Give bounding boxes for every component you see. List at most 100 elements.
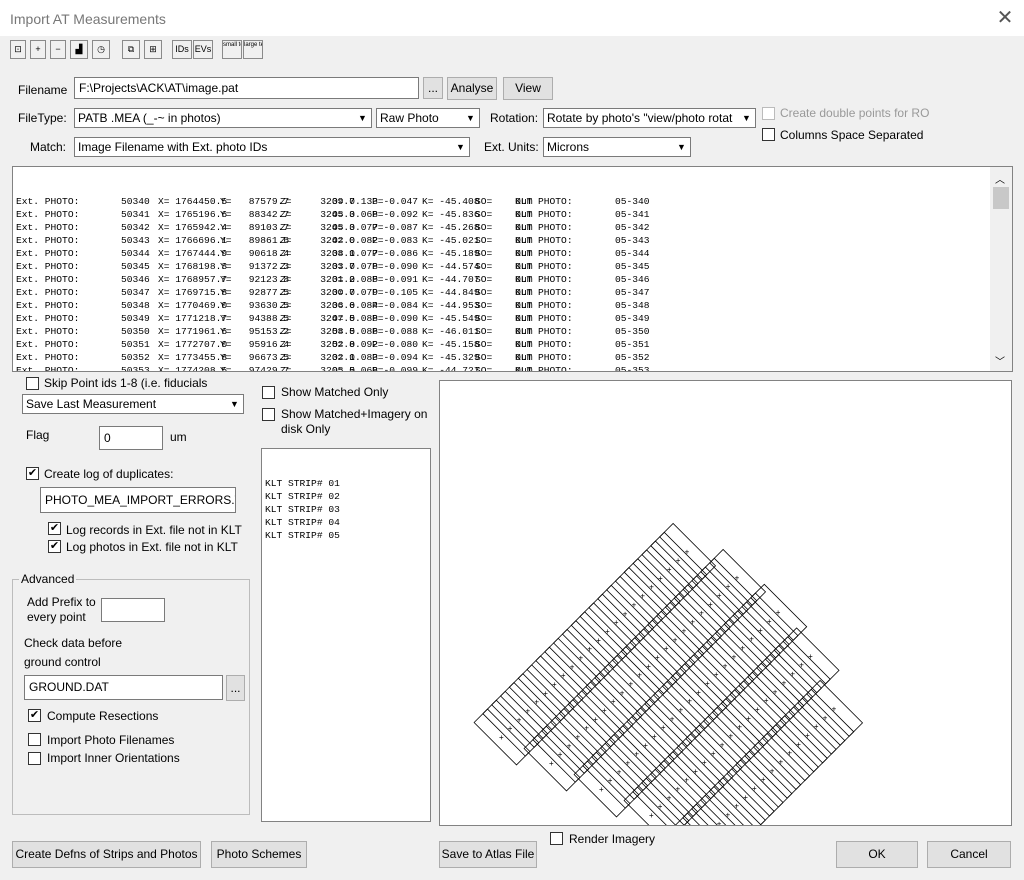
view-button[interactable]: View [503, 77, 553, 100]
record-id: 50349 [121, 313, 150, 324]
histogram-icon[interactable]: ▟ [70, 40, 88, 59]
check-data-label-line1: Check data before [24, 636, 123, 650]
record-photo: 05-353 [615, 365, 650, 372]
record-y: Y= 96673.5 [220, 352, 290, 363]
columns-space-label: Columns Space Separated [780, 128, 924, 142]
strip-item[interactable]: KLT STRIP# 04 [265, 516, 427, 529]
import-inner-checkbox[interactable] [28, 752, 41, 765]
columns-space-checkbox[interactable] [762, 128, 775, 141]
record-row[interactable]: Ext. PHOTO: 50349 X= 1771218.7 Y= 94388.5 Z=… [16, 312, 988, 325]
strip-item[interactable]: KLT STRIP# 02 [265, 490, 427, 503]
record-row[interactable]: Ext. PHOTO: 50341 X= 1765196.6 Y= 88342.7 Z=… [16, 208, 988, 221]
record-klt: KLT PHOTO: [515, 196, 573, 207]
grid-icon[interactable]: ⊞ [144, 40, 162, 59]
large-text-button[interactable]: large text [243, 40, 263, 59]
record-row[interactable]: Ext. PHOTO: 50350 X= 1771961.6 Y= 95153.2 Z=… [16, 325, 988, 338]
record-row[interactable]: Ext. PHOTO: 50346 X= 1768957.7 Y= 92123.8 Z=… [16, 273, 988, 286]
close-icon[interactable]: ✕ [994, 8, 1016, 28]
strips-container: KLT STRIP# 01 KLT STRIP# 02 KLT STRIP# 03 K… [265, 477, 427, 542]
record-x: X= 1773455.8 [158, 352, 228, 363]
record-photo: 05-351 [615, 339, 650, 350]
double-points-checkbox[interactable] [762, 107, 775, 120]
log-file-input[interactable]: PHOTO_MEA_IMPORT_ERRORS.TX [40, 487, 236, 513]
strip-item[interactable]: KLT STRIP# 05 [265, 529, 427, 542]
record-row[interactable]: Ext. PHOTO: 50345 X= 1768198.3 Y= 91372.3 Z=… [16, 260, 988, 273]
record-k: K= -44.727 [422, 365, 480, 372]
save-atlas-button[interactable]: Save to Atlas File [439, 841, 537, 868]
log-photos-checkbox[interactable]: ✔ [48, 540, 61, 553]
window-title: Import AT Measurements [10, 11, 166, 27]
photo-schemes-button[interactable]: Photo Schemes [211, 841, 307, 868]
copy-icon[interactable]: ⧉ [122, 40, 140, 59]
record-photo: 05-350 [615, 326, 650, 337]
ext-units-select[interactable]: Microns ▼ [543, 137, 691, 157]
record-o: O= 0.084 [332, 300, 379, 311]
record-row[interactable]: Ext. PHOTO: 50351 X= 1772707.0 Y= 95916.4 Z=… [16, 338, 988, 351]
record-tag: Ext. PHOTO: [16, 196, 80, 207]
ok-button[interactable]: OK [836, 841, 918, 868]
prefix-input[interactable] [101, 598, 165, 622]
filename-browse-button[interactable]: ... [423, 77, 443, 99]
record-row[interactable]: Ext. PHOTO: 50353 X= 1774208.5 Y= 97429.7 Z=… [16, 364, 988, 372]
records-list[interactable]: Ext. PHOTO: 50340 X= 1764450.5 Y= 87579.7 Z=… [12, 166, 1013, 372]
prefix-label-line2: every point [27, 610, 86, 624]
import-filenames-checkbox[interactable] [28, 733, 41, 746]
ground-browse-button[interactable]: ... [226, 675, 245, 701]
ids-button[interactable]: IDs [172, 40, 192, 59]
zoom-in-icon[interactable]: + [30, 40, 46, 59]
records-scrollbar[interactable]: ︿ ﹀ [990, 167, 1012, 371]
zoom-out-icon[interactable]: − [50, 40, 66, 59]
flag-input[interactable]: 0 [99, 426, 163, 450]
scrollbar-thumb[interactable] [993, 187, 1009, 209]
flight-plan-plot[interactable]: + + + + + + + + + + + + + + + + + + + + + + + + + + + + + + + + + + + + + + + +… [439, 380, 1012, 870]
cancel-button[interactable]: Cancel [927, 841, 1011, 868]
record-row[interactable]: Ext. PHOTO: 50352 X= 1773455.8 Y= 96673.5 Z=… [16, 351, 988, 364]
log-duplicates-checkbox[interactable]: ✔ [26, 467, 39, 480]
record-row[interactable]: Ext. PHOTO: 50343 X= 1766696.1 Y= 89861.6 Z=… [16, 234, 988, 247]
create-defns-button[interactable]: Create Defns of Strips and Photos [12, 841, 201, 868]
record-row[interactable]: Ext. PHOTO: 50347 X= 1769715.8 Y= 92877.5 Z=… [16, 286, 988, 299]
show-matched-label: Show Matched Only [281, 385, 389, 399]
skip-fiducials-checkbox[interactable] [26, 377, 39, 390]
clock-icon[interactable]: ◷ [92, 40, 110, 59]
small-text-button[interactable]: small text [222, 40, 242, 59]
ground-file-input[interactable]: GROUND.DAT [24, 675, 223, 700]
record-id: 50343 [121, 235, 150, 246]
strip-item[interactable]: KLT STRIP# 03 [265, 503, 427, 516]
record-tag: Ext. PHOTO: [16, 339, 80, 350]
record-z: Z= 3238.1 [280, 248, 355, 259]
log-records-checkbox[interactable]: ✔ [48, 522, 61, 535]
match-select[interactable]: Image Filename with Ext. photo IDs ▼ [74, 137, 470, 157]
zoom-extents-icon[interactable]: ⊡ [10, 40, 26, 59]
record-row[interactable]: Ext. PHOTO: 50344 X= 1767444.9 Y= 90618.4 Z=… [16, 247, 988, 260]
record-klt: KLT PHOTO: [515, 248, 573, 259]
rotation-select[interactable]: Rotate by photo's "view/photo rotat ▼ [543, 108, 756, 128]
record-photo: 05-341 [615, 209, 650, 220]
chevron-down-icon[interactable]: ﹀ [995, 353, 1005, 368]
show-matched-checkbox[interactable] [262, 386, 275, 399]
strips-list[interactable]: KLT STRIP# 01 KLT STRIP# 02 KLT STRIP# 03 K… [261, 448, 431, 822]
filename-input[interactable]: F:\Projects\ACK\AT\image.pat [74, 77, 419, 99]
show-matched-imagery-checkbox[interactable] [262, 408, 275, 421]
record-k: K= -44.707 [422, 274, 480, 285]
record-tag: Ext. PHOTO: [16, 352, 80, 363]
record-row[interactable]: Ext. PHOTO: 50340 X= 1764450.5 Y= 87579.7 Z=… [16, 195, 988, 208]
save-measurement-select[interactable]: Save Last Measurement ▼ [22, 394, 244, 414]
record-o: O= 0.086 [332, 326, 379, 337]
record-row[interactable]: Ext. PHOTO: 50348 X= 1770469.0 Y= 93630.5 Z=… [16, 299, 988, 312]
skip-fiducials-label: Skip Point ids 1-8 (i.e. fiducials [44, 376, 208, 390]
strip-item[interactable]: KLT STRIP# 01 [265, 477, 427, 490]
record-klt: KLT PHOTO: [515, 326, 573, 337]
analyse-button[interactable]: Analyse [447, 77, 497, 100]
compute-resections-checkbox[interactable]: ✔ [28, 709, 41, 722]
show-matched-imagery-label-line2: disk Only [281, 422, 331, 436]
filetype-select[interactable]: PATB .MEA (_-~ in photos) ▼ [74, 108, 372, 128]
evs-button[interactable]: EVs [193, 40, 213, 59]
chevron-up-icon[interactable]: ︿ [995, 171, 1005, 186]
record-s: SO= 0um [475, 365, 533, 372]
advanced-title: Advanced [19, 572, 77, 586]
render-imagery-checkbox[interactable] [550, 832, 563, 845]
record-y: Y= 89103.7 [220, 222, 290, 233]
photo-type-select[interactable]: Raw Photo ▼ [376, 108, 480, 128]
record-row[interactable]: Ext. PHOTO: 50342 X= 1765942.4 Y= 89103.7 Z=… [16, 221, 988, 234]
